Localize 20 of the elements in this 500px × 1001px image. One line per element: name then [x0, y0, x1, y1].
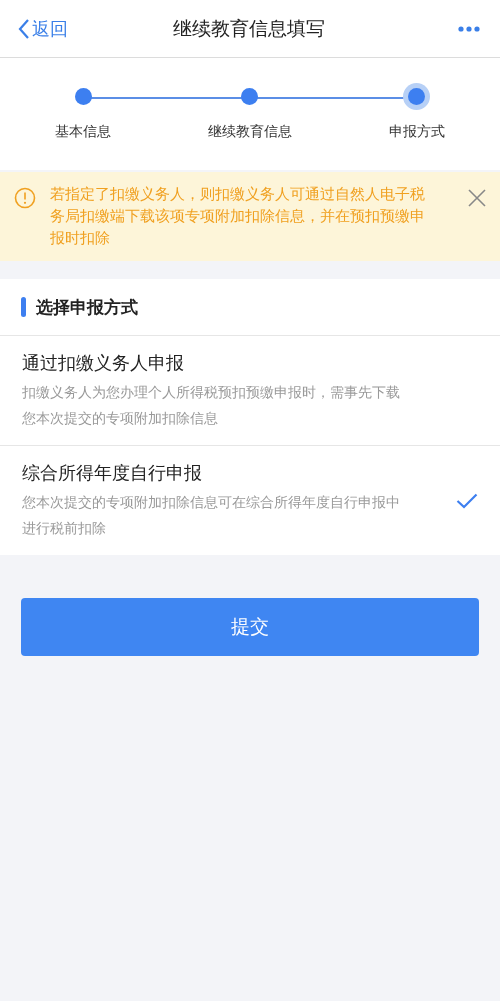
option-row[interactable]: 通过扣缴义务人申报 扣缴义务人为您办理个人所得税预扣预缴申报时，需事先下载您本次提交的专项附加扣除信息 — [0, 336, 500, 445]
page-title: 继续教育信息填写 — [173, 15, 325, 41]
close-icon[interactable] — [468, 189, 486, 207]
warning-icon — [14, 187, 36, 209]
submit-button[interactable]: 提交 — [21, 598, 479, 656]
notice-text: 若指定了扣缴义务人，则扣缴义务人可通过自然人电子税务局扣缴端下载该项专项附加扣除信息，并在预扣预缴申报时扣除 — [50, 184, 426, 249]
step-label: 继续教育信息 — [208, 123, 292, 141]
section-title: 选择申报方式 — [36, 295, 138, 319]
step-label: 基本信息 — [55, 123, 112, 141]
option-title: 综合所得年度自行申报 — [22, 461, 203, 485]
more-button[interactable] — [458, 25, 480, 32]
option-title: 通过扣缴义务人申报 — [22, 351, 185, 375]
option-row[interactable]: 综合所得年度自行申报 您本次提交的专项附加扣除信息可在综合所得年度自行申报中进行税前扣除 — [0, 445, 500, 555]
back-button[interactable]: 返回 — [18, 16, 68, 41]
option-description: 您本次提交的专项附加扣除信息可在综合所得年度自行申报中进行税前扣除 — [22, 493, 401, 538]
section-marker — [21, 297, 26, 317]
option-description: 扣缴义务人为您办理个人所得税预扣预缴申报时，需事先下载您本次提交的专项附加扣除信息 — [22, 383, 401, 428]
step-label: 申报方式 — [388, 123, 445, 141]
more-icon — [458, 25, 480, 32]
chevron-left-icon — [18, 17, 30, 40]
